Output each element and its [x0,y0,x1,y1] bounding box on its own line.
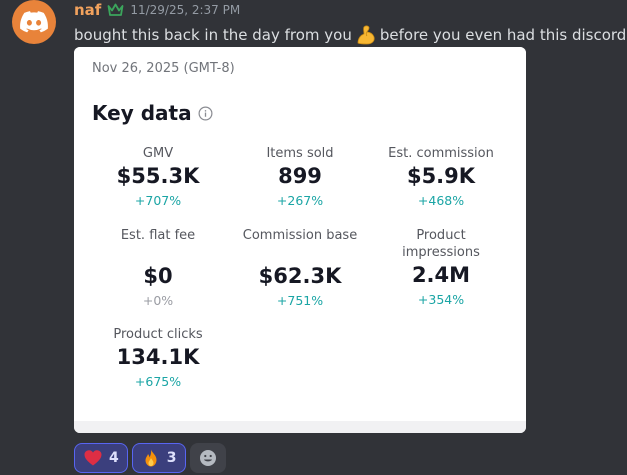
metric-gmv: GMV $55.3K +707% [88,145,228,208]
reaction-count: 4 [109,450,119,466]
metric-change: +707% [134,193,182,208]
message-content: bought this back in the day from you bef… [74,24,626,46]
metric-label: Product impressions [402,228,480,260]
metric-label: GMV [142,146,174,161]
message-text-after: before you even had this discord [379,26,627,44]
card-bottom-strip [74,421,526,433]
smiley-icon [199,450,216,466]
metric-value: $5.9K [406,164,476,188]
metric-change: +468% [417,193,465,208]
metric-change: +267% [276,193,324,208]
metric-value: 134.1K [116,345,200,369]
metric-value: 2.4M [411,263,471,287]
metric-est-flat-fee: Est. flat fee $0 +0% [88,227,228,308]
metric-label: Commission base [242,228,358,243]
metric-label: Items sold [266,146,334,161]
metric-items-sold: Items sold 899 +267% [230,145,370,208]
metric-label: Product clicks [113,327,203,342]
discord-avatar-icon[interactable] [12,0,56,44]
metric-commission-base: Commission base $62.3K +751% [230,227,370,308]
crown-icon [107,3,124,16]
metric-change: +354% [417,292,465,307]
reaction-fire[interactable]: 3 [131,443,186,473]
fire-icon [145,449,157,467]
attachment-image[interactable]: Nov 26, 2025 (GMT-8) Key data GMV $55.3K… [74,47,526,433]
chat-message: naf 11/29/25, 2:37 PM bought this back i… [0,0,627,475]
metric-est-commission: Est. commission $5.9K +468% [371,145,511,208]
metric-change: +0% [142,293,174,308]
key-data-card: Nov 26, 2025 (GMT-8) Key data GMV $55.3K… [74,47,526,419]
message-text-before: bought this back in the day from you [74,26,352,44]
key-data-title: Key data [92,101,213,125]
metric-value: $55.3K [116,164,200,188]
reaction-count: 3 [166,450,177,466]
metric-change: +751% [276,293,324,308]
metric-value: $0 [143,264,173,288]
reactions-bar: 4 3 [74,443,226,473]
message-header: naf 11/29/25, 2:37 PM [74,1,240,19]
add-reaction-button[interactable] [189,443,226,473]
message-timestamp[interactable]: 11/29/25, 2:37 PM [130,3,240,17]
flexed-biceps-icon[interactable] [355,24,377,46]
red-heart-icon [84,450,102,466]
metric-product-clicks: Product clicks 134.1K +675% [88,326,228,389]
metric-change: +675% [134,374,182,389]
metric-value: 899 [278,164,322,188]
metric-label: Est. commission [388,146,494,161]
report-date: Nov 26, 2025 (GMT-8) [92,61,235,76]
metric-product-impressions: Product impressions 2.4M +354% [371,227,511,307]
metric-value: $62.3K [258,264,342,288]
metric-label: Est. flat fee [120,228,196,243]
reaction-heart[interactable]: 4 [74,443,128,473]
info-icon [198,106,213,120]
key-data-title-text: Key data [92,101,192,125]
username[interactable]: naf [74,1,101,19]
